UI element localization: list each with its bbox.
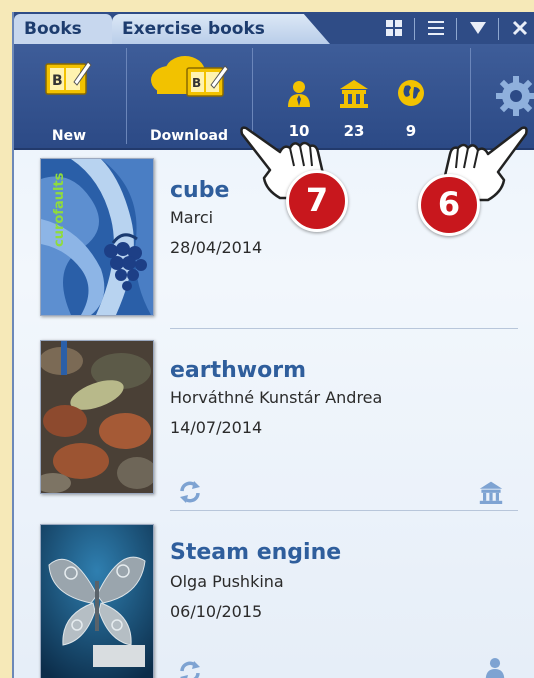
gear-icon[interactable] [494,74,534,118]
cover-image: curofaults [41,159,153,315]
book-cover-earthworm[interactable] [40,340,154,494]
svg-text:B: B [192,76,201,90]
cover-image [41,525,153,678]
list-view-icon[interactable] [426,19,446,37]
new-book-icon: B [45,61,92,95]
book-date: 14/07/2014 [170,418,263,437]
tab-bar-separator [414,18,415,40]
school-icon [479,481,503,504]
close-icon[interactable] [510,19,530,37]
callout-badge: 6 [418,174,480,236]
book-title[interactable]: cube [170,178,229,203]
cloud-download-icon: B [151,56,229,97]
tab-bar: Books Exercise books [14,12,534,44]
list-divider [170,510,518,511]
school-count: 23 [343,122,365,140]
book-author: Horváthné Kunstár Andrea [170,388,383,407]
grid-view-icon[interactable] [384,19,404,37]
cover-image [41,341,153,493]
tab-bar-separator [498,18,499,40]
book-cover-steam-engine[interactable] [40,524,154,678]
list-divider [170,328,518,329]
book-author: Marci [170,208,214,227]
new-label: New [51,128,87,144]
callout-badge: 7 [286,170,348,232]
globe-count: 9 [405,122,417,140]
sync-icon[interactable] [178,660,202,678]
tab-bar-separator [456,18,457,40]
globe-icon[interactable] [396,78,426,108]
cover-title: curofaults [52,172,67,247]
svg-text:B: B [52,73,63,89]
chevron-down-icon[interactable] [468,19,488,37]
person-icon [485,658,505,678]
sync-icon[interactable] [178,480,202,504]
book-author: Olga Pushkina [170,572,284,591]
book-title[interactable]: Steam engine [170,540,341,565]
book-date: 28/04/2014 [170,238,263,257]
tab-books[interactable]: Books [14,14,112,44]
book-date: 06/10/2015 [170,602,263,621]
tab-exercise-books[interactable]: Exercise books [112,14,330,44]
download-button[interactable]: B Download [127,44,251,148]
app-window: Books Exercise books B New B Download 10… [12,12,534,678]
person-icon[interactable] [286,80,312,108]
book-cover-cube[interactable]: curofaults [40,158,154,316]
school-icon[interactable] [338,78,370,108]
book-title[interactable]: earthworm [170,358,306,383]
new-button[interactable]: B New [14,44,124,148]
download-label: Download [149,128,229,144]
